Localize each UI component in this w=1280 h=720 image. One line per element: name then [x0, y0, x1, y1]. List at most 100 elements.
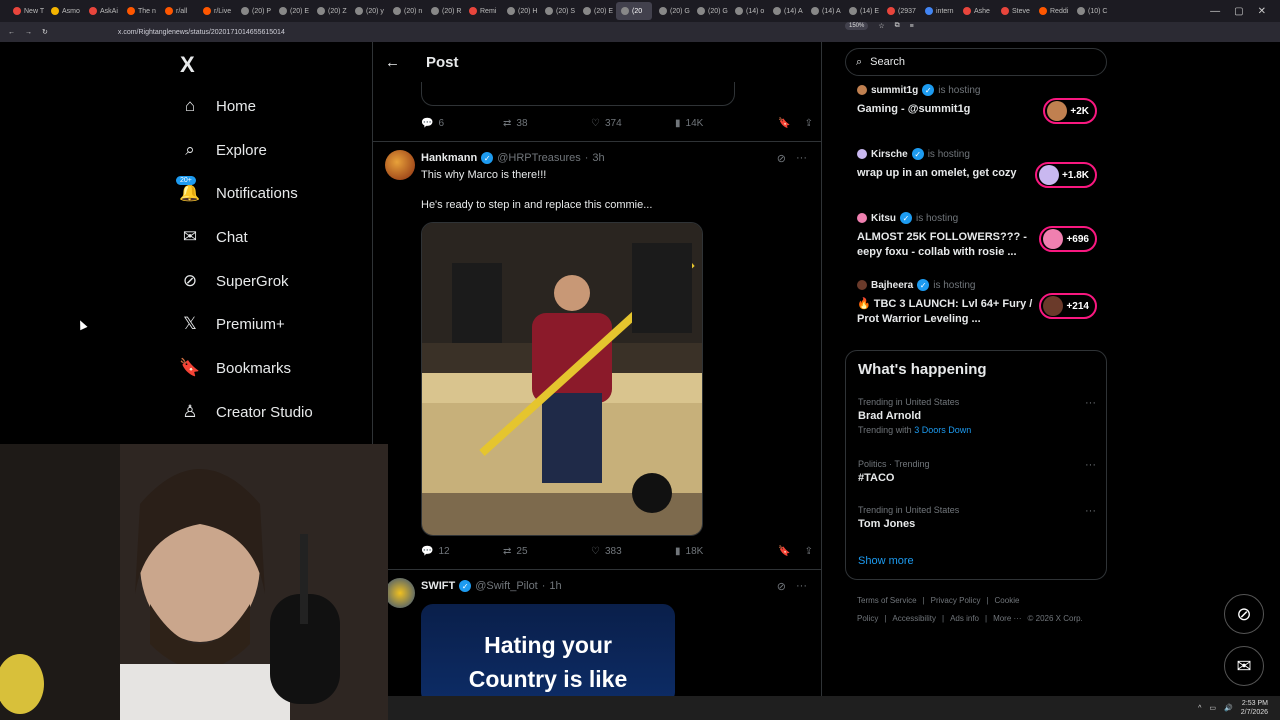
footer-link[interactable]: More ···	[993, 614, 1021, 623]
grok-icon[interactable]: ⊘	[777, 580, 786, 593]
footer-link[interactable]: Accessibility	[892, 614, 936, 623]
repost-button[interactable]: ⇄ 25	[503, 546, 591, 557]
browser-tab[interactable]: (20) H	[502, 2, 538, 20]
messages-fab-button[interactable]: ✉	[1224, 646, 1264, 686]
browser-tab[interactable]: (20) S	[540, 2, 576, 20]
live-space-item[interactable]: summit1g ✓ is hosting Gaming - @summit1g +2K	[857, 84, 1097, 124]
join-space-button[interactable]: +1.8K	[1035, 162, 1097, 188]
browser-tab[interactable]: Ashe	[958, 2, 994, 20]
network-icon[interactable]: ▭	[1209, 704, 1216, 712]
views-button[interactable]: ▮ 14K	[675, 118, 767, 129]
live-space-item[interactable]: Bajheera ✓ is hosting 🔥 TBC 3 LAUNCH: Lvl 6…	[857, 279, 1097, 327]
views-button[interactable]: ▮ 18K	[675, 546, 767, 557]
clock[interactable]: 2:53 PM 2/7/2026	[1241, 699, 1268, 717]
browser-tab[interactable]: AskAi	[84, 2, 120, 20]
nav-item-explore[interactable]: ⌕ Explore	[180, 140, 267, 160]
extensions-icon[interactable]: ⧉	[895, 22, 900, 30]
previous-post-media[interactable]	[421, 82, 735, 106]
avatar[interactable]	[385, 150, 415, 180]
search-input[interactable]: ⌕ Search	[845, 48, 1107, 76]
back-icon[interactable]: ←	[8, 29, 15, 36]
nav-item-chat[interactable]: ✉ Chat	[180, 227, 248, 247]
nav-item-premium-[interactable]: 𝕏 Premium+	[180, 314, 285, 334]
grok-fab-button[interactable]: ⊘	[1224, 594, 1264, 634]
more-icon[interactable]: ···	[1085, 459, 1096, 471]
nav-item-home[interactable]: ⌂ Home	[180, 96, 256, 116]
bookmark-icon[interactable]: 🔖	[778, 118, 790, 129]
browser-tab[interactable]: (20) P	[236, 2, 272, 20]
browser-tab[interactable]: (20) R	[426, 2, 462, 20]
more-icon[interactable]: ···	[1085, 397, 1096, 409]
trend-item[interactable]: Trending in United States Tom Jones ···	[858, 505, 1096, 530]
live-space-item[interactable]: Kirsche ✓ is hosting wrap up in an omelet, …	[857, 148, 1097, 188]
browser-tab[interactable]: (2937	[882, 2, 918, 20]
repost-button[interactable]: ⇄ 38	[503, 118, 591, 129]
more-icon[interactable]: ···	[796, 152, 807, 165]
browser-tab[interactable]: (14) A	[806, 2, 842, 20]
browser-tab[interactable]: (20) G	[654, 2, 690, 20]
back-arrow-icon[interactable]: ←	[385, 54, 400, 71]
show-more-link[interactable]: Show more	[858, 555, 914, 567]
avatar[interactable]	[385, 578, 415, 608]
browser-tab[interactable]: (10) C	[1072, 2, 1108, 20]
browser-tab[interactable]: (14) E	[844, 2, 880, 20]
star-icon[interactable]: ☆	[878, 22, 884, 30]
share-icon[interactable]: ⇪	[805, 118, 813, 129]
browser-tab[interactable]: Steve	[996, 2, 1032, 20]
browser-tab[interactable]: (20) Z	[312, 2, 348, 20]
browser-tab[interactable]: (14) o	[730, 2, 766, 20]
reply-button[interactable]: 💬 12	[421, 546, 503, 557]
footer-link[interactable]: Terms of Service	[857, 596, 917, 605]
join-space-button[interactable]: +2K	[1043, 98, 1097, 124]
browser-tab[interactable]: (14) A	[768, 2, 804, 20]
url-field[interactable]: x.com/Rightanglenews/status/202017101465…	[118, 29, 285, 36]
tray-icon[interactable]: ^	[1198, 705, 1201, 712]
share-icon[interactable]: ⇪	[805, 546, 813, 557]
trend-item[interactable]: Trending in United States Brad Arnold Tr…	[858, 397, 1096, 435]
join-space-button[interactable]: +214	[1039, 293, 1097, 319]
more-icon[interactable]: ···	[1085, 505, 1096, 517]
zoom-indicator[interactable]: 150%	[845, 22, 869, 30]
browser-tab[interactable]: Reddi	[1034, 2, 1070, 20]
browser-tab[interactable]: The n	[122, 2, 158, 20]
browser-tab[interactable]: (20) E	[274, 2, 310, 20]
nav-item-creator-studio[interactable]: ♙ Creator Studio	[180, 402, 312, 422]
browser-tab[interactable]: intern	[920, 2, 956, 20]
browser-tab[interactable]: (20) E	[578, 2, 614, 20]
close-icon[interactable]: ✕	[1258, 6, 1266, 17]
reply-button[interactable]: 💬 6	[421, 118, 503, 129]
reload-icon[interactable]: ↻	[42, 28, 48, 36]
grok-icon[interactable]: ⊘	[777, 152, 786, 165]
minimize-icon[interactable]: —	[1210, 6, 1220, 17]
browser-tab[interactable]: Asmo	[46, 2, 82, 20]
browser-tab[interactable]: (20	[616, 2, 652, 20]
browser-tab[interactable]: r/all	[160, 2, 196, 20]
like-button[interactable]: ♡ 374	[591, 118, 675, 129]
footer-link[interactable]: Privacy Policy	[931, 596, 981, 605]
more-icon[interactable]: ···	[796, 580, 807, 593]
bookmark-icon[interactable]: 🔖	[778, 546, 790, 557]
like-button[interactable]: ♡ 383	[591, 546, 675, 557]
live-space-item[interactable]: Kitsu ✓ is hosting ALMOST 25K FOLLOWERS??? …	[857, 212, 1097, 260]
x-logo-icon[interactable]: X	[180, 52, 195, 78]
browser-tab[interactable]: (20) n	[388, 2, 424, 20]
browser-tab[interactable]: (20) G	[692, 2, 728, 20]
footer-link[interactable]: Ads info	[950, 614, 979, 623]
post-image[interactable]	[421, 222, 703, 536]
browser-tab[interactable]: r/Live	[198, 2, 234, 20]
nav-item-notifications[interactable]: 🔔 20+ Notifications	[176, 176, 298, 203]
nav-item-supergrok[interactable]: ⊘ SuperGrok	[180, 271, 289, 291]
post-image[interactable]: Hating your Country is like	[421, 604, 675, 696]
trend-link[interactable]: 3 Doors Down	[914, 425, 971, 435]
trend-item[interactable]: Politics · Trending #TACO ···	[858, 459, 1096, 484]
browser-tab[interactable]: Remi	[464, 2, 500, 20]
nav-item-bookmarks[interactable]: 🔖 Bookmarks	[179, 358, 291, 378]
join-space-button[interactable]: +696	[1039, 226, 1097, 252]
forward-icon[interactable]: →	[25, 29, 32, 36]
menu-icon[interactable]: ≡	[910, 23, 914, 30]
browser-tab[interactable]: New T	[8, 2, 44, 20]
maximize-icon[interactable]: ▢	[1234, 6, 1243, 17]
volume-icon[interactable]: 🔊	[1224, 704, 1233, 712]
footer-link[interactable]: © 2026 X Corp.	[1028, 614, 1083, 623]
browser-tab[interactable]: (20) y	[350, 2, 386, 20]
